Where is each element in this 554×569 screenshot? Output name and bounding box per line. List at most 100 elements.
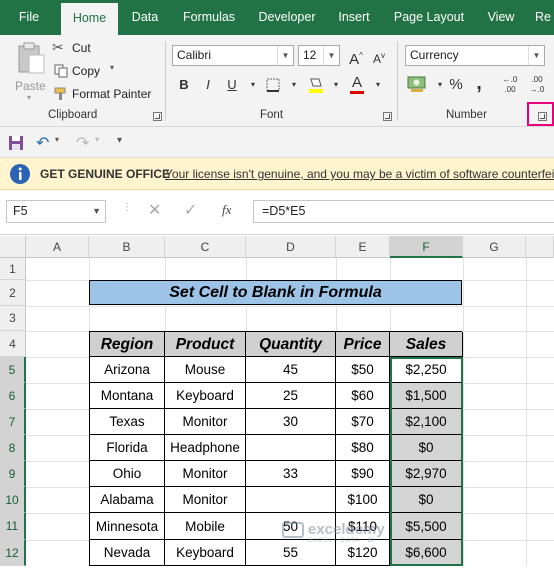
tab-formulas[interactable]: Formulas — [172, 0, 246, 35]
bold-button[interactable]: B — [173, 74, 195, 96]
tab-home[interactable]: Home — [61, 3, 118, 35]
cell-region[interactable]: Texas — [90, 409, 165, 435]
cell-price[interactable]: $80 — [336, 435, 390, 461]
column-header-b[interactable]: B — [89, 236, 165, 258]
cancel-icon[interactable]: ✕ — [148, 200, 161, 220]
cell-quantity[interactable]: 45 — [246, 357, 336, 383]
row-header[interactable]: 6 — [0, 383, 26, 409]
font-color-button[interactable]: A — [346, 72, 368, 94]
underline-options-chevron-down-icon[interactable]: ▾ — [242, 74, 264, 96]
cut-button[interactable]: ✂ Cut — [52, 39, 91, 57]
row-header[interactable]: 2 — [0, 280, 26, 306]
italic-button[interactable]: I — [197, 74, 219, 96]
fill-color-button[interactable] — [305, 74, 327, 96]
tab-data[interactable]: Data — [122, 0, 168, 35]
increase-decimal-icon[interactable]: ←.0.00 — [497, 72, 523, 94]
cell-product[interactable]: Keyboard — [165, 540, 246, 566]
cell-region[interactable]: Nevada — [90, 540, 165, 566]
paste-button[interactable]: Paste ▾ — [12, 41, 50, 102]
tab-file[interactable]: File — [0, 0, 58, 35]
enter-check-icon[interactable]: ✓ — [184, 200, 197, 220]
cell-product[interactable]: Monitor — [165, 487, 246, 513]
tab-page-layout[interactable]: Page Layout — [386, 0, 472, 35]
cell-price[interactable]: $70 — [336, 409, 390, 435]
row-header[interactable]: 8 — [0, 435, 26, 461]
column-header-f[interactable]: F — [390, 236, 463, 258]
format-painter-button[interactable]: Format Painter — [52, 85, 162, 103]
cell-quantity[interactable]: 33 — [246, 461, 336, 487]
row-header[interactable]: 10 — [0, 487, 26, 513]
header-cell-quantity[interactable]: Quantity — [246, 332, 336, 357]
font-dialog-launcher-icon[interactable] — [383, 112, 392, 121]
header-cell-sales[interactable]: Sales — [390, 332, 463, 357]
row-header[interactable]: 9 — [0, 461, 26, 487]
save-icon[interactable] — [8, 135, 24, 151]
number-format-dropdown[interactable]: Currency ▼ — [405, 45, 545, 66]
column-header-c[interactable]: C — [165, 236, 246, 258]
underline-button[interactable]: U — [221, 74, 243, 96]
redo-chevron-down-icon[interactable]: ▾ — [95, 135, 99, 144]
copy-button[interactable]: Copy ▾ — [52, 62, 122, 80]
cell-region[interactable]: Alabama — [90, 487, 165, 513]
select-all-corner[interactable] — [0, 236, 26, 258]
sheet-title-cell[interactable]: Set Cell to Blank in Formula — [89, 280, 462, 305]
tab-review[interactable]: Re — [532, 0, 554, 35]
customize-toolbar-icon[interactable]: ▾ — [117, 135, 122, 146]
decrease-font-size-icon[interactable]: Av — [368, 45, 390, 67]
header-cell-price[interactable]: Price — [336, 332, 390, 357]
redo-icon[interactable]: ↷ — [76, 133, 89, 153]
clipboard-dialog-launcher-icon[interactable] — [153, 112, 162, 121]
row-header[interactable]: 3 — [0, 306, 26, 331]
increase-font-size-icon[interactable]: A^ — [345, 45, 367, 68]
message-link[interactable]: Your license isn't genuine, and you may … — [165, 167, 554, 181]
cell-product[interactable]: Keyboard — [165, 383, 246, 409]
font-size-dropdown[interactable]: 12 ▼ — [298, 45, 340, 66]
name-box[interactable]: F5 ▼ — [6, 200, 106, 223]
cell-quantity[interactable] — [246, 487, 336, 513]
row-header[interactable]: 7 — [0, 409, 26, 435]
cell-price[interactable]: $90 — [336, 461, 390, 487]
cell-quantity[interactable]: 25 — [246, 383, 336, 409]
column-header-d[interactable]: D — [246, 236, 336, 258]
cell-region[interactable]: Ohio — [90, 461, 165, 487]
borders-chevron-down-icon[interactable]: ▾ — [283, 74, 305, 96]
font-name-dropdown[interactable]: Calibri ▼ — [172, 45, 294, 66]
column-header-a[interactable]: A — [26, 236, 89, 258]
undo-icon[interactable]: ↶ — [36, 133, 49, 153]
tab-developer[interactable]: Developer — [250, 0, 324, 35]
decrease-decimal-icon[interactable]: .00 →.0 — [524, 72, 550, 94]
font-color-chevron-down-icon[interactable]: ▾ — [367, 74, 389, 96]
cell-price[interactable]: $100 — [336, 487, 390, 513]
undo-chevron-down-icon[interactable]: ▾ — [55, 135, 59, 144]
cell-region[interactable]: Minnesota — [90, 513, 165, 540]
cell-product[interactable]: Mobile — [165, 513, 246, 540]
cell-product[interactable]: Mouse — [165, 357, 246, 383]
row-header[interactable]: 5 — [0, 357, 26, 383]
cell-quantity[interactable]: 30 — [246, 409, 336, 435]
header-cell-product[interactable]: Product — [165, 332, 246, 357]
row-header[interactable]: 12 — [0, 540, 26, 566]
tab-insert[interactable]: Insert — [328, 0, 380, 35]
cell-price[interactable]: $50 — [336, 357, 390, 383]
cell-product[interactable]: Headphone — [165, 435, 246, 461]
cell-region[interactable]: Arizona — [90, 357, 165, 383]
insert-function-button[interactable]: fx — [222, 202, 231, 218]
row-header[interactable]: 1 — [0, 258, 26, 280]
cell-price[interactable]: $60 — [336, 383, 390, 409]
fill-color-chevron-down-icon[interactable]: ▾ — [325, 74, 347, 96]
cell-product[interactable]: Monitor — [165, 409, 246, 435]
cell-region[interactable]: Florida — [90, 435, 165, 461]
borders-button[interactable] — [262, 74, 284, 96]
comma-style-button[interactable]: , — [468, 72, 490, 94]
cell-region[interactable]: Montana — [90, 383, 165, 409]
percent-style-button[interactable]: % — [445, 74, 467, 96]
cell-product[interactable]: Monitor — [165, 461, 246, 487]
column-header-e[interactable]: E — [336, 236, 390, 258]
column-header-h[interactable] — [526, 236, 554, 258]
formula-input[interactable]: =D5*E5 — [253, 200, 554, 223]
column-header-g[interactable]: G — [463, 236, 526, 258]
row-header[interactable]: 11 — [0, 513, 26, 540]
cell-quantity[interactable] — [246, 435, 336, 461]
row-header[interactable]: 4 — [0, 331, 26, 357]
tab-view[interactable]: View — [478, 0, 524, 35]
